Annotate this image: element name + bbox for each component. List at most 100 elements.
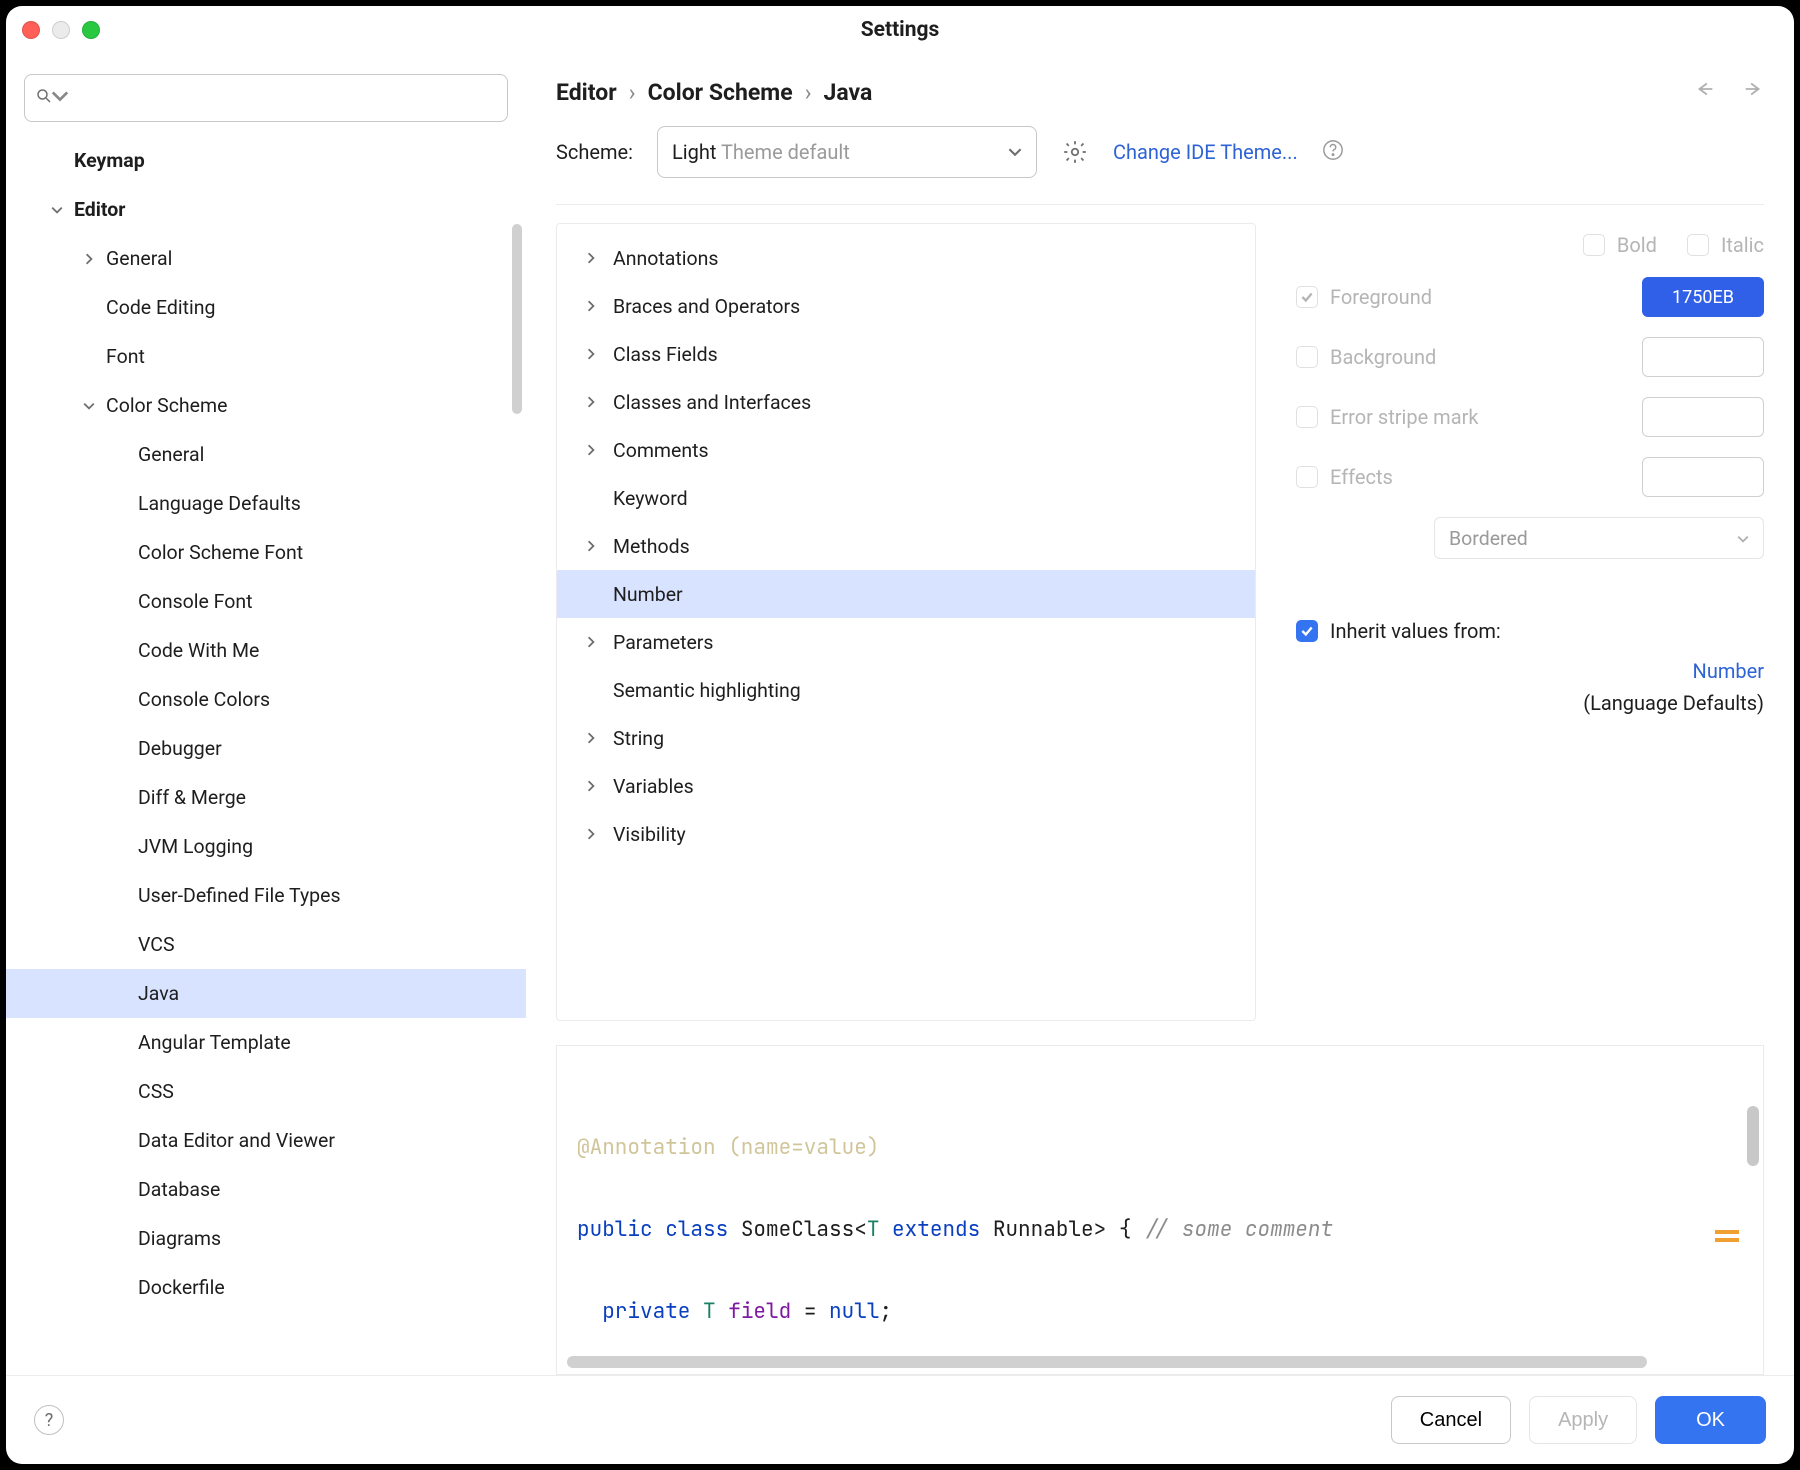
chevron-right-icon <box>585 300 613 312</box>
background-checkbox[interactable]: Background <box>1296 345 1436 369</box>
code-preview[interactable]: @Annotation (name=value) public class So… <box>556 1045 1764 1375</box>
sidebar-item-code-with-me[interactable]: Code With Me <box>6 626 526 675</box>
attr-item-semantic-highlighting[interactable]: Semantic highlighting <box>557 666 1255 714</box>
sidebar-item-dockerfile[interactable]: Dockerfile <box>6 1263 526 1312</box>
sidebar-item-font[interactable]: Font <box>6 332 526 381</box>
sidebar-item-label: Debugger <box>138 737 222 760</box>
attr-item-variables[interactable]: Variables <box>557 762 1255 810</box>
sidebar-item-general[interactable]: General <box>6 430 526 479</box>
sidebar-item-vcs[interactable]: VCS <box>6 920 526 969</box>
sidebar-item-console-colors[interactable]: Console Colors <box>6 675 526 724</box>
sidebar-item-console-font[interactable]: Console Font <box>6 577 526 626</box>
preview-h-scrollbar[interactable] <box>567 1356 1647 1368</box>
attr-item-string[interactable]: String <box>557 714 1255 762</box>
scheme-label: Scheme: <box>556 140 633 164</box>
chevron-right-icon <box>585 348 613 360</box>
sidebar-item-diagrams[interactable]: Diagrams <box>6 1214 526 1263</box>
inherit-source-link[interactable]: Number <box>1693 659 1764 683</box>
chevron-right-icon <box>585 636 613 648</box>
maximize-window-button[interactable] <box>82 21 100 39</box>
ok-button[interactable]: OK <box>1655 1396 1766 1444</box>
sidebar-item-general[interactable]: General <box>6 234 526 283</box>
italic-checkbox[interactable]: Italic <box>1687 233 1764 257</box>
change-theme-link[interactable]: Change IDE Theme... <box>1113 140 1298 164</box>
help-button[interactable]: ? <box>34 1405 64 1435</box>
attr-item-label: Classes and Interfaces <box>613 391 811 414</box>
foreground-color-swatch[interactable]: 1750EB <box>1642 277 1764 317</box>
cancel-button[interactable]: Cancel <box>1391 1396 1511 1444</box>
attr-item-label: Keyword <box>613 487 688 510</box>
sidebar-item-database[interactable]: Database <box>6 1165 526 1214</box>
inherit-checkbox[interactable]: Inherit values from: <box>1296 619 1764 643</box>
attr-item-annotations[interactable]: Annotations <box>557 234 1255 282</box>
scheme-select[interactable]: Light Theme default <box>657 126 1037 178</box>
attr-item-keyword[interactable]: Keyword <box>557 474 1255 522</box>
minimize-window-button[interactable] <box>52 21 70 39</box>
settings-tree[interactable]: KeymapEditorGeneralCode EditingFontColor… <box>6 136 526 1375</box>
attr-item-braces-and-operators[interactable]: Braces and Operators <box>557 282 1255 330</box>
sidebar-item-user-defined-file-types[interactable]: User-Defined File Types <box>6 871 526 920</box>
scheme-gear-button[interactable] <box>1061 138 1089 166</box>
nav-forward-button[interactable] <box>1742 78 1764 106</box>
attr-item-parameters[interactable]: Parameters <box>557 618 1255 666</box>
attr-item-class-fields[interactable]: Class Fields <box>557 330 1255 378</box>
sidebar-item-java[interactable]: Java <box>6 969 526 1018</box>
window-title: Settings <box>6 18 1794 42</box>
sidebar-item-label: Color Scheme Font <box>138 541 303 564</box>
apply-button: Apply <box>1529 1396 1637 1444</box>
sidebar-item-angular-template[interactable]: Angular Template <box>6 1018 526 1067</box>
sidebar-item-color-scheme-font[interactable]: Color Scheme Font <box>6 528 526 577</box>
sidebar-item-language-defaults[interactable]: Language Defaults <box>6 479 526 528</box>
sidebar-item-jvm-logging[interactable]: JVM Logging <box>6 822 526 871</box>
error-stripe[interactable] <box>1723 1046 1739 1374</box>
close-window-button[interactable] <box>22 21 40 39</box>
sidebar-item-label: Code Editing <box>106 296 215 319</box>
sidebar-item-editor[interactable]: Editor <box>6 185 526 234</box>
background-color-swatch[interactable] <box>1642 337 1764 377</box>
search-input[interactable] <box>24 74 508 122</box>
chevron-right-icon <box>585 780 613 792</box>
chevron-down-icon <box>1008 141 1022 164</box>
search-field[interactable] <box>75 87 497 109</box>
help-icon[interactable] <box>1322 139 1344 166</box>
chevron-right-icon <box>585 396 613 408</box>
sidebar-item-css[interactable]: CSS <box>6 1067 526 1116</box>
attr-item-label: String <box>613 727 664 750</box>
sidebar-item-label: Java <box>138 982 179 1005</box>
breadcrumb-item[interactable]: Color Scheme <box>648 79 793 106</box>
settings-sidebar: KeymapEditorGeneralCode EditingFontColor… <box>6 54 526 1375</box>
effect-type-select[interactable]: Bordered <box>1434 517 1764 559</box>
chevron-right-icon <box>585 252 613 264</box>
attr-item-visibility[interactable]: Visibility <box>557 810 1255 858</box>
error-stripe-checkbox[interactable]: Error stripe mark <box>1296 405 1479 429</box>
attr-item-number[interactable]: Number <box>557 570 1255 618</box>
chevron-right-icon <box>585 732 613 744</box>
effects-checkbox[interactable]: Effects <box>1296 465 1393 489</box>
chevron-right-icon <box>585 828 613 840</box>
bold-checkbox[interactable]: Bold <box>1583 233 1657 257</box>
sidebar-item-keymap[interactable]: Keymap <box>6 136 526 185</box>
error-stripe-color-swatch[interactable] <box>1642 397 1764 437</box>
sidebar-item-data-editor-and-viewer[interactable]: Data Editor and Viewer <box>6 1116 526 1165</box>
attr-item-methods[interactable]: Methods <box>557 522 1255 570</box>
breadcrumb-item[interactable]: Editor <box>556 79 617 106</box>
chevron-icon <box>40 200 74 220</box>
sidebar-item-code-editing[interactable]: Code Editing <box>6 283 526 332</box>
chevron-right-icon: › <box>629 79 636 106</box>
sidebar-item-debugger[interactable]: Debugger <box>6 724 526 773</box>
sidebar-item-color-scheme[interactable]: Color Scheme <box>6 381 526 430</box>
foreground-checkbox[interactable]: Foreground <box>1296 285 1432 309</box>
attr-item-classes-and-interfaces[interactable]: Classes and Interfaces <box>557 378 1255 426</box>
attr-item-comments[interactable]: Comments <box>557 426 1255 474</box>
sidebar-item-label: CSS <box>138 1080 174 1103</box>
sidebar-item-label: Language Defaults <box>138 492 301 515</box>
sidebar-scrollbar[interactable] <box>512 224 522 414</box>
attribute-panel: Bold Italic Foreground 1750EB <box>1296 223 1764 1021</box>
sidebar-item-diff-merge[interactable]: Diff & Merge <box>6 773 526 822</box>
sidebar-item-label: Code With Me <box>138 639 259 662</box>
inherit-source-note: (Language Defaults) <box>1583 691 1764 715</box>
nav-back-button[interactable] <box>1694 78 1716 106</box>
attribute-tree[interactable]: AnnotationsBraces and Operators Class Fie… <box>556 223 1256 1021</box>
attr-item-label: Class Fields <box>613 343 718 366</box>
effects-color-swatch[interactable] <box>1642 457 1764 497</box>
